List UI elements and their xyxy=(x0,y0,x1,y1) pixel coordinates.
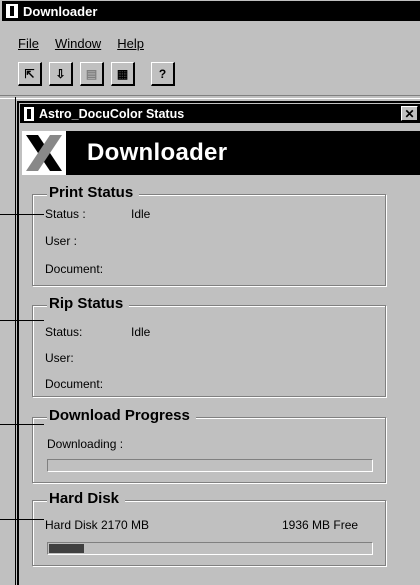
toolbar: ⇱ ⇩ ▤ ▦ ? xyxy=(18,62,182,86)
download-progress-title: Download Progress xyxy=(47,407,196,425)
print-document-label: Document: xyxy=(45,262,104,276)
xerox-logo xyxy=(22,131,66,175)
app-title-bar: Downloader xyxy=(2,1,420,21)
rip-status-label: Status: xyxy=(45,325,83,339)
hard-disk-callout xyxy=(0,519,44,520)
open-file-icon[interactable]: ⇱ xyxy=(18,62,42,86)
print-status-callout xyxy=(0,214,44,215)
print-icon[interactable]: ▤ xyxy=(80,62,104,86)
status-window-title-bar: Astro_DocuColor Status xyxy=(20,104,420,123)
hard-disk-usage-fill xyxy=(49,544,84,553)
download-progress-bar xyxy=(47,459,373,472)
rip-status-title: Rip Status xyxy=(47,295,130,313)
rip-document-label: Document: xyxy=(45,377,104,391)
downloader-banner: Downloader xyxy=(22,131,420,175)
help-icon[interactable]: ? xyxy=(151,62,175,86)
menu-file[interactable]: File xyxy=(18,36,39,51)
callout-vertical-line xyxy=(15,97,16,585)
downloader-icon xyxy=(6,4,18,18)
hard-disk-total: Hard Disk 2170 MB xyxy=(45,518,150,532)
close-button[interactable]: ✕ xyxy=(401,106,418,121)
rip-status-value: Idle xyxy=(131,325,151,339)
rip-user-label: User: xyxy=(45,351,74,365)
download-icon[interactable]: ⇩ xyxy=(49,62,73,86)
hard-disk-title: Hard Disk xyxy=(47,490,126,508)
banner-title: Downloader xyxy=(87,139,228,166)
hard-disk-free: 1936 MB Free xyxy=(282,518,359,532)
downloading-label: Downloading : xyxy=(47,437,124,451)
print-status-title: Print Status xyxy=(47,184,140,202)
downloader-icon xyxy=(24,106,34,121)
print-status-label: Status : xyxy=(45,207,86,221)
download-progress-callout xyxy=(0,424,44,425)
print-user-label: User : xyxy=(45,234,78,248)
hard-disk-usage-bar xyxy=(47,542,373,555)
print-status-value: Idle xyxy=(131,207,151,221)
menu-bar: File Window Help xyxy=(18,36,144,51)
hard-disk-group xyxy=(32,500,386,566)
properties-icon[interactable]: ▦ xyxy=(111,62,135,86)
rip-status-callout xyxy=(0,320,44,321)
menu-window[interactable]: Window xyxy=(55,36,101,51)
toolbar-separator xyxy=(0,95,420,99)
app-title: Downloader xyxy=(23,3,98,19)
menu-help[interactable]: Help xyxy=(117,36,144,51)
status-window-title: Astro_DocuColor Status xyxy=(39,106,185,121)
